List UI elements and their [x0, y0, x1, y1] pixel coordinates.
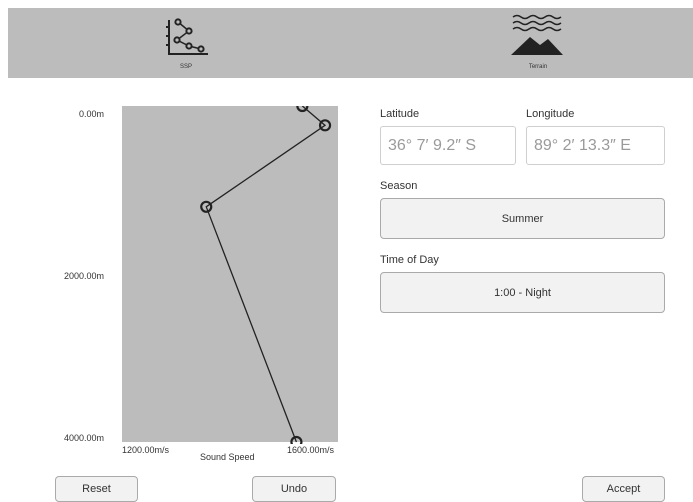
- ssp-graph-icon: [166, 18, 208, 55]
- latitude-input[interactable]: [380, 126, 516, 165]
- reset-button[interactable]: Reset: [55, 476, 138, 502]
- reset-button-label: Reset: [82, 483, 111, 495]
- top-toolbar: SSP Terrain: [8, 8, 693, 78]
- undo-button-label: Undo: [280, 483, 308, 495]
- latitude-label: Latitude: [380, 108, 420, 120]
- xaxis-title: Sound Speed: [200, 452, 255, 462]
- xaxis-min-label: 1200.00m/s: [122, 445, 170, 455]
- depth-label-bottom: 4000.00m: [63, 433, 104, 443]
- depth-label-top: 0.00m: [78, 109, 104, 119]
- tab-terrain-label: Terrain: [528, 64, 548, 70]
- time-of-day-select[interactable]: 1:00 - Night: [380, 272, 665, 313]
- ssp-chart[interactable]: [122, 99, 338, 449]
- season-select[interactable]: Summer: [380, 198, 665, 239]
- undo-button[interactable]: Undo: [252, 476, 336, 502]
- season-value: Summer: [501, 212, 544, 225]
- season-label: Season: [380, 180, 418, 192]
- time-of-day-label: Time of Day: [380, 254, 439, 266]
- xaxis-max-label: 1600.00m/s: [287, 445, 335, 455]
- longitude-label: Longitude: [526, 108, 575, 120]
- tab-ssp-label: SSP: [179, 64, 192, 70]
- terrain-icon: [511, 14, 563, 55]
- ssp-plot-background: [122, 106, 338, 442]
- tab-ssp[interactable]: SSP: [126, 8, 246, 78]
- longitude-input[interactable]: [526, 126, 665, 165]
- depth-label-mid: 2000.00m: [63, 271, 104, 281]
- ssp-chart-svg[interactable]: [122, 99, 338, 449]
- tab-terrain[interactable]: Terrain: [478, 8, 598, 78]
- accept-button[interactable]: Accept: [582, 476, 665, 502]
- time-of-day-value: 1:00 - Night: [494, 286, 551, 299]
- accept-button-label: Accept: [606, 483, 641, 495]
